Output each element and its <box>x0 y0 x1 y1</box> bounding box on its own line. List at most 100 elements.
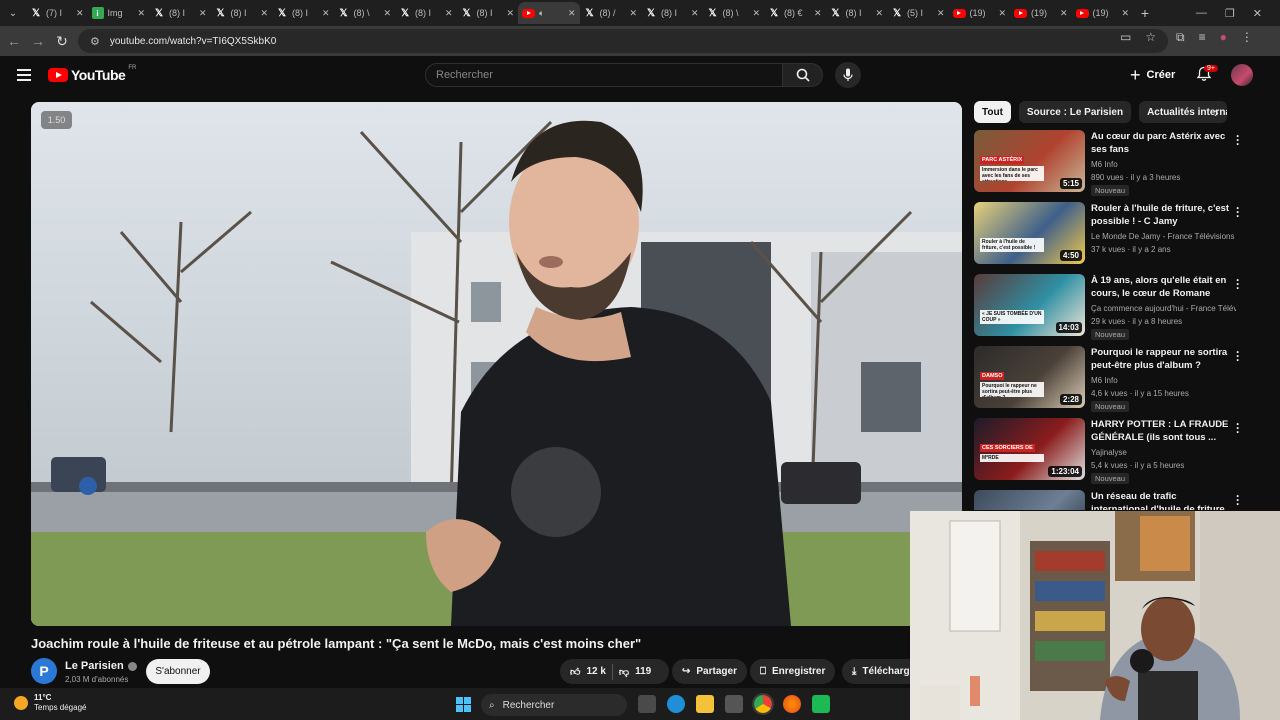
more-options-icon[interactable]: · · · <box>1236 130 1240 150</box>
browser-tab[interactable]: 𝕏 (8) \ ✕ <box>703 2 765 24</box>
extensions-puzzle-icon[interactable]: ⧉ <box>1176 30 1185 45</box>
tab-close-icon[interactable]: ✕ <box>752 8 760 19</box>
tab-close-icon[interactable]: ✕ <box>260 8 268 19</box>
site-info-icon[interactable]: ⚙ <box>90 35 100 48</box>
download-button[interactable]: ⤓ Télécharg <box>842 659 910 684</box>
voice-search-button[interactable] <box>835 62 861 88</box>
more-options-icon[interactable]: · · · <box>1236 202 1240 222</box>
account-avatar[interactable] <box>1231 64 1253 86</box>
share-button[interactable]: ↪ Partager <box>672 659 747 684</box>
tab-close-icon[interactable]: ✕ <box>506 8 514 19</box>
browser-tab[interactable]: 𝕏 (8) \ ✕ <box>334 2 396 24</box>
channel-name[interactable]: Le Parisien <box>65 660 137 672</box>
windows-start-icon[interactable] <box>456 697 471 712</box>
profile-icon[interactable]: ● <box>1220 30 1227 45</box>
chip-source[interactable]: Source : Le Parisien <box>1018 101 1132 123</box>
weather-widget[interactable]: 11°C Temps dégagé <box>14 693 86 713</box>
media-controls-icon[interactable]: ≡ <box>1199 30 1206 45</box>
video-thumbnail[interactable]: PARC ASTÉRIX Immersion dans le parc avec … <box>974 130 1085 192</box>
video-thumbnail[interactable]: CES SORCIERS DE M*RDE 1:23:04 <box>974 418 1085 480</box>
app-icon[interactable] <box>812 695 830 713</box>
browser-tab[interactable]: (19) ✕ <box>1010 2 1072 24</box>
browser-tab[interactable]: (19) ✕ <box>1072 2 1134 24</box>
close-window-icon[interactable]: ✕ <box>1253 7 1262 20</box>
taskbar-search[interactable]: ⌕ Rechercher <box>481 694 627 716</box>
browser-tab[interactable]: 𝕏 (8) I ✕ <box>457 2 519 24</box>
guide-menu-icon[interactable] <box>17 69 31 84</box>
browser-tab[interactable]: 𝕏 (8) € ✕ <box>764 2 826 24</box>
tab-close-icon[interactable]: ✕ <box>814 8 822 19</box>
video-thumbnail[interactable]: « JE SUIS TOMBÉE D'UN COUP » 14:03 <box>974 274 1085 336</box>
recommendation-item[interactable]: Rouler à l'huile de friture, c'est possi… <box>974 202 1254 266</box>
subscribe-button[interactable]: S'abonner <box>146 659 210 684</box>
save-button[interactable]: ⎕ Enregistrer <box>750 659 836 684</box>
dislike-button[interactable]: 👎︎ 119 <box>619 666 651 678</box>
tab-search-chevron-icon[interactable]: ⌄ <box>0 0 26 26</box>
tab-close-icon[interactable]: ✕ <box>691 8 699 19</box>
tab-close-icon[interactable]: ✕ <box>76 8 84 19</box>
tab-close-icon[interactable]: ✕ <box>1060 8 1068 19</box>
recommendation-item[interactable]: Un réseau de trafic international d'huil… <box>974 490 1254 510</box>
tab-close-icon[interactable]: ✕ <box>137 8 145 19</box>
maximize-icon[interactable]: ❐ <box>1225 7 1235 20</box>
chip-all[interactable]: Tout <box>974 101 1011 123</box>
recommendation-item[interactable]: CES SORCIERS DE M*RDE 1:23:04 HARRY POTTER … <box>974 418 1254 484</box>
tab-close-icon[interactable]: ✕ <box>568 8 576 19</box>
browser-tab[interactable]: 🔈︎ ✕ <box>518 2 580 24</box>
browser-tab[interactable]: 𝕏 (8) / ✕ <box>580 2 642 24</box>
browser-tab[interactable]: 𝕏 (8) I ✕ <box>211 2 273 24</box>
file-explorer-icon[interactable] <box>696 695 714 713</box>
more-options-icon[interactable]: · · · <box>1236 346 1240 366</box>
channel-avatar[interactable]: P <box>31 658 57 684</box>
browser-tab[interactable]: 𝕏 (8) I ✕ <box>826 2 888 24</box>
tab-close-icon[interactable]: ✕ <box>445 8 453 19</box>
tab-close-icon[interactable]: ✕ <box>1121 8 1129 19</box>
recommendation-item[interactable]: PARC ASTÉRIX Immersion dans le parc avec … <box>974 130 1254 196</box>
video-thumbnail[interactable]: Rouler à l'huile de friture, c'est possi… <box>974 202 1085 264</box>
video-thumbnail[interactable] <box>974 490 1085 510</box>
new-tab-plus-icon[interactable]: + <box>1133 5 1157 21</box>
recommendation-item[interactable]: DAMSO Pourquoi le rappeur ne sortira peut… <box>974 346 1254 412</box>
browser-tab[interactable]: i Img ✕ <box>88 2 150 24</box>
browser-tab[interactable]: 𝕏 (8) I ✕ <box>641 2 703 24</box>
tab-close-icon[interactable]: ✕ <box>937 8 945 19</box>
tab-close-icon[interactable]: ✕ <box>322 8 330 19</box>
more-options-icon[interactable]: · · · <box>1236 418 1240 438</box>
like-button[interactable]: 👍︎ 12 k <box>570 666 606 678</box>
tab-close-icon[interactable]: ✕ <box>875 8 883 19</box>
search-input[interactable]: Rechercher <box>425 63 783 87</box>
address-bar[interactable]: ⚙ youtube.com/watch?v=TI6QX5SkbK0 <box>78 29 1168 53</box>
more-options-icon[interactable]: · · · <box>1236 274 1240 294</box>
store-icon[interactable] <box>725 695 743 713</box>
tab-close-icon[interactable]: ✕ <box>998 8 1006 19</box>
task-view-icon[interactable] <box>638 695 656 713</box>
search-button[interactable] <box>783 63 823 87</box>
minimize-icon[interactable]: — <box>1196 7 1207 19</box>
edge-icon[interactable] <box>667 695 685 713</box>
browser-tab[interactable]: 𝕏 (8) I ✕ <box>272 2 334 24</box>
more-options-icon[interactable]: · · · <box>1236 490 1240 510</box>
browser-tab[interactable]: 𝕏 (5) I ✕ <box>887 2 949 24</box>
bookmark-star-icon[interactable]: ☆ <box>1145 30 1156 44</box>
browser-tab[interactable]: 𝕏 (8) I ✕ <box>149 2 211 24</box>
cast-icon[interactable]: ▭ <box>1120 30 1131 44</box>
youtube-logo[interactable]: YouTube FR <box>48 65 136 83</box>
browser-tab[interactable]: 𝕏 (7) I ✕ <box>26 2 88 24</box>
chips-next-chevron-icon[interactable]: › <box>1214 104 1219 120</box>
create-button[interactable]: + Créer <box>1130 64 1175 86</box>
firefox-icon[interactable] <box>783 695 801 713</box>
chrome-icon[interactable] <box>752 693 774 715</box>
recommendation-item[interactable]: « JE SUIS TOMBÉE D'UN COUP » 14:03 À 19 an… <box>974 274 1254 340</box>
tab-close-icon[interactable]: ✕ <box>199 8 207 19</box>
back-arrow-icon[interactable]: ← <box>2 33 26 49</box>
speaker-icon[interactable]: 🔈︎ <box>539 8 544 19</box>
forward-arrow-icon[interactable]: → <box>26 33 50 49</box>
browser-tab[interactable]: 𝕏 (8) I ✕ <box>395 2 457 24</box>
video-player[interactable] <box>31 102 962 626</box>
browser-tab[interactable]: (19) ✕ <box>949 2 1011 24</box>
browser-menu-icon[interactable]: ⋮ <box>1241 30 1253 45</box>
tab-close-icon[interactable]: ✕ <box>383 8 391 19</box>
tab-close-icon[interactable]: ✕ <box>629 8 637 19</box>
video-thumbnail[interactable]: DAMSO Pourquoi le rappeur ne sortira peut… <box>974 346 1085 408</box>
reload-icon[interactable]: ↻ <box>50 33 74 50</box>
